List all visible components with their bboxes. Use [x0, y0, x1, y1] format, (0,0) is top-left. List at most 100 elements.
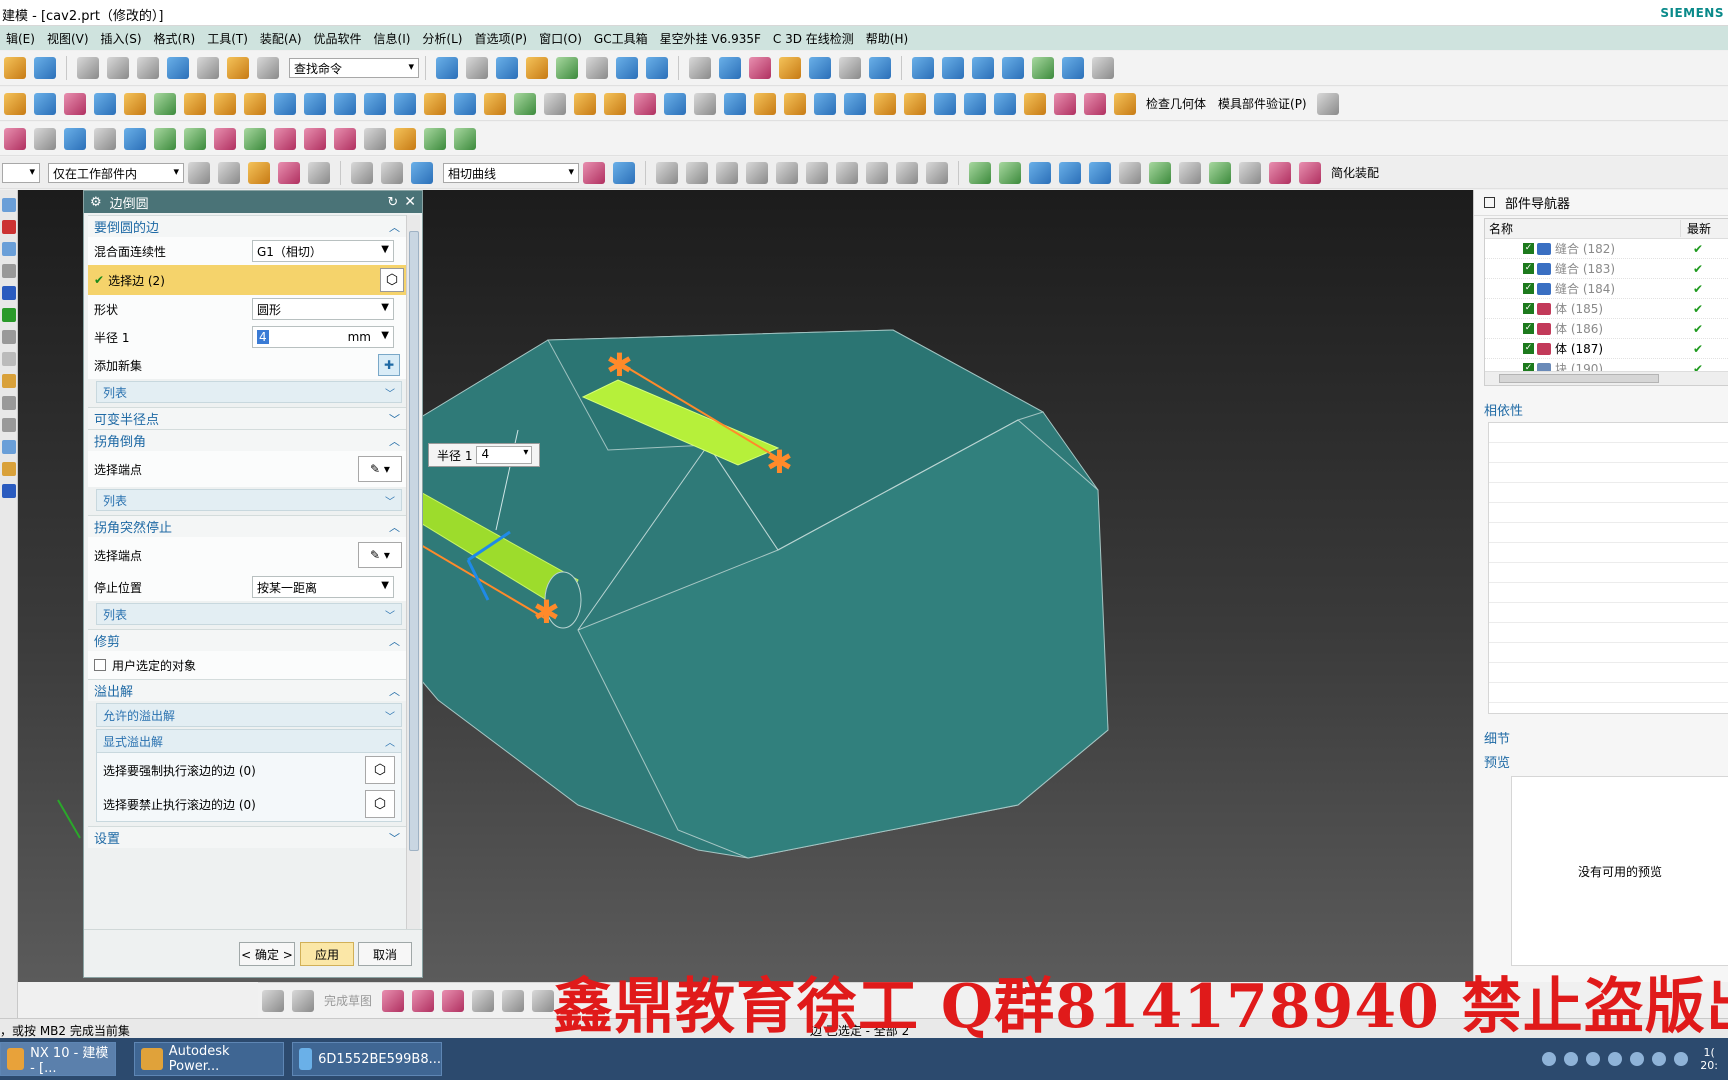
menu-insert[interactable]: 插入(S) [95, 30, 148, 47]
dependencies-header[interactable]: 相依性 [1484, 400, 1523, 419]
layout-icon[interactable] [64, 127, 86, 150]
reset-icon[interactable]: ↻ [387, 195, 398, 210]
export-icon[interactable] [454, 127, 476, 150]
clock[interactable]: 1( 20: [1700, 1046, 1718, 1072]
angle-90-icon[interactable] [94, 127, 116, 150]
checkmark-icon[interactable] [274, 127, 296, 150]
visibility-checkbox[interactable]: ✓ [1523, 263, 1534, 274]
stop-list-toggle[interactable]: 列表 ﹀ [96, 603, 402, 625]
chamfer-icon[interactable] [454, 92, 476, 115]
select-filter-icon[interactable] [646, 57, 668, 79]
allowed-overflow-toggle[interactable]: 允许的溢出解 ﹀ [96, 703, 402, 727]
redo-icon[interactable] [197, 57, 219, 79]
point-picker-icon[interactable]: ✎ ▾ [358, 456, 402, 482]
visibility-checkbox[interactable]: ✓ [1523, 323, 1534, 334]
synch5-icon[interactable] [874, 92, 896, 115]
snap-face-icon[interactable] [896, 161, 918, 184]
mirror-icon[interactable] [544, 92, 566, 115]
chevron-down-icon[interactable]: ﹀ [389, 830, 400, 846]
mold-wizard-icon[interactable] [4, 127, 26, 150]
assembly-icon[interactable] [969, 161, 991, 184]
profile-icon[interactable] [382, 989, 405, 1012]
part-icon[interactable] [227, 57, 249, 79]
check-geometry-icon[interactable] [1114, 92, 1136, 115]
navigator-tab-icon[interactable] [2, 198, 16, 212]
cone-icon[interactable] [64, 92, 86, 115]
menu-format[interactable]: 格式(R) [148, 30, 202, 47]
select-edge-row[interactable]: ✔ 选择边 (2) ⬡ [88, 265, 408, 295]
mold-validate-button[interactable]: 模具部件验证(P) [1218, 95, 1307, 112]
curve-options-icon[interactable] [583, 161, 605, 184]
wrench-tab-icon[interactable] [2, 374, 16, 388]
checkmark2-icon[interactable] [304, 127, 326, 150]
circle-icon[interactable] [472, 989, 495, 1012]
display-icon[interactable] [1652, 1052, 1667, 1066]
analysis-icon[interactable] [779, 57, 801, 79]
paste-icon[interactable] [137, 57, 159, 79]
navigator-row[interactable]: ✓ 缝合 (182) ✔ [1485, 239, 1728, 259]
edge-list-toggle[interactable]: 列表 ﹀ [96, 381, 402, 403]
synch11-icon[interactable] [1054, 92, 1076, 115]
gear-icon[interactable]: ⚙ [90, 195, 102, 210]
volume-icon[interactable] [1674, 1052, 1689, 1066]
radius-popup-value[interactable]: 4 [476, 446, 533, 464]
select-all-icon[interactable] [188, 161, 210, 184]
magnify-icon[interactable] [364, 127, 386, 150]
chevron-up-icon[interactable]: ︿ [389, 219, 400, 235]
menu-youpin[interactable]: 优品软件 [308, 30, 368, 47]
section-corner-stop-header[interactable]: 拐角突然停止 ︿ [88, 515, 408, 537]
security-icon[interactable] [1608, 1052, 1623, 1066]
cube-select-icon[interactable]: ⬡ [365, 756, 395, 784]
trim-body-icon[interactable] [394, 92, 416, 115]
cross-icon[interactable] [278, 161, 300, 184]
synch9-icon[interactable] [994, 92, 1016, 115]
boss-icon[interactable] [184, 92, 206, 115]
menu-xingkong[interactable]: 星空外挂 V6.935F [654, 30, 767, 47]
assembly7-icon[interactable] [1149, 161, 1171, 184]
dimension-icon[interactable] [869, 57, 891, 79]
sketch-icon[interactable] [262, 989, 284, 1012]
settings-tab-icon[interactable] [2, 352, 16, 366]
deselect-icon[interactable] [218, 161, 240, 184]
section-variable-header[interactable]: 可变半径点 ﹀ [88, 407, 408, 429]
menu-preferences[interactable]: 首选项(P) [468, 30, 533, 47]
sew-icon[interactable] [334, 92, 356, 115]
layer-icon[interactable] [526, 57, 548, 79]
name-tab2-icon[interactable] [2, 484, 16, 498]
menu-edit[interactable]: 辑(E) [0, 30, 41, 47]
section-trim-header[interactable]: 修剪 ︿ [88, 629, 408, 651]
snap-control-icon[interactable] [716, 161, 738, 184]
line-icon[interactable] [412, 989, 435, 1012]
assembly2-icon[interactable] [999, 161, 1021, 184]
palette-tab-icon[interactable] [2, 462, 16, 476]
surface3-icon[interactable] [972, 57, 994, 79]
synch8-icon[interactable] [964, 92, 986, 115]
ruler-edit-icon[interactable] [124, 127, 146, 150]
snap-end-icon[interactable] [656, 161, 678, 184]
block-icon[interactable] [4, 92, 26, 115]
details-header[interactable]: 细节 [1484, 728, 1510, 747]
curve-rule-select[interactable]: 相切曲线 [443, 162, 579, 183]
synch-icon[interactable] [754, 92, 776, 115]
grid-icon[interactable] [926, 161, 948, 184]
surface5-icon[interactable] [1032, 57, 1054, 79]
point-picker-icon[interactable]: ✎ ▾ [358, 542, 402, 568]
assembly8-icon[interactable] [1179, 161, 1201, 184]
menu-3d-check[interactable]: C 3D 在线检测 [767, 30, 860, 47]
snap-point-on-icon[interactable] [836, 161, 858, 184]
ok-button[interactable]: < 确定 > [239, 942, 295, 966]
snap-center-icon[interactable] [776, 161, 798, 184]
cancel-button[interactable]: 取消 [358, 942, 412, 966]
menu-gc-toolbox[interactable]: GC工具箱 [588, 30, 654, 47]
finish-sketch-button[interactable]: 完成草图 [324, 992, 372, 1009]
taskbar-nx[interactable]: NX 10 - 建模 - [... [0, 1042, 116, 1076]
surface-icon[interactable] [912, 57, 934, 79]
section-overflow-header[interactable]: 溢出解 ︿ [88, 679, 408, 701]
type-filter-select[interactable] [2, 162, 40, 183]
nvidia-icon[interactable] [1630, 1052, 1645, 1066]
synch7-icon[interactable] [934, 92, 956, 115]
scrollbar-thumb[interactable] [1499, 374, 1659, 383]
chamfer-icon[interactable] [532, 989, 555, 1012]
offset-icon[interactable] [364, 92, 386, 115]
unite-icon[interactable] [244, 92, 266, 115]
